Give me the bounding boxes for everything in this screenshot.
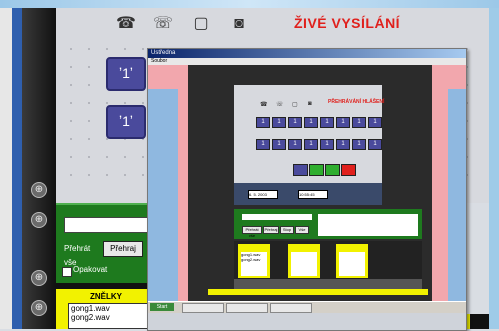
- list-item[interactable]: gong1.wav: [71, 304, 149, 313]
- mini-button[interactable]: 1: [352, 117, 366, 128]
- mini-button[interactable]: 1: [368, 139, 382, 150]
- play-button[interactable]: Přehraj: [103, 241, 143, 257]
- inner-yellow-strip: [208, 289, 428, 295]
- mini-button[interactable]: 1: [256, 139, 270, 150]
- inner-list[interactable]: [339, 252, 365, 276]
- inner-button[interactable]: Přehraj: [263, 226, 279, 234]
- list-item[interactable]: gong2.wav: [241, 257, 267, 262]
- jingles-title: ZNĚLKY: [90, 292, 122, 301]
- inner-bottom-area: [148, 313, 466, 330]
- mini-button[interactable]: 1: [304, 139, 318, 150]
- monitor-icon[interactable]: ▢: [292, 101, 298, 108]
- phone-button-1[interactable]: ʼ1ʼ: [106, 57, 146, 91]
- mini-button[interactable]: 1: [288, 117, 302, 128]
- telephone-icon[interactable]: ☏: [276, 101, 284, 108]
- date-field[interactable]: 6. 5. 2003: [248, 190, 278, 199]
- mode-button-green[interactable]: [325, 164, 340, 176]
- time-field[interactable]: 10:55:45: [298, 190, 328, 199]
- right-strip: [489, 8, 499, 329]
- window-menu[interactable]: Soubor: [148, 58, 466, 65]
- list-item[interactable]: gong2.wav: [71, 313, 149, 322]
- inner-text-area[interactable]: [318, 214, 418, 236]
- monitor-icon[interactable]: ▢: [190, 14, 212, 34]
- mini-button[interactable]: 1: [320, 139, 334, 150]
- inner-yellow-box: [336, 244, 368, 278]
- left-bezel: ⊕ ⊕ ⊕ ⊕: [22, 8, 56, 329]
- telephone-icon[interactable]: ☏: [152, 14, 174, 34]
- inner-list[interactable]: [291, 252, 317, 276]
- top-bar: [0, 0, 499, 8]
- mode-button-green[interactable]: [309, 164, 324, 176]
- phone-icon[interactable]: ☎: [260, 101, 267, 108]
- speaker-icon[interactable]: ◙: [308, 101, 312, 107]
- repeat-checkbox[interactable]: [62, 267, 72, 277]
- inner-file-input[interactable]: [242, 214, 312, 220]
- mini-button[interactable]: 1: [272, 117, 286, 128]
- mini-button[interactable]: 1: [336, 117, 350, 128]
- phone-icon[interactable]: ☎: [115, 14, 137, 34]
- start-button[interactable]: Start: [150, 303, 174, 311]
- screw-icon: ⊕: [31, 300, 47, 316]
- live-title: ŽIVÉ VYSÍLÁNÍ: [294, 15, 401, 31]
- window-title: Ústředna: [148, 49, 466, 58]
- jingles-list[interactable]: gong1.wav gong2.wav: [68, 303, 150, 329]
- mini-button[interactable]: 1: [288, 139, 302, 150]
- screw-icon: ⊕: [31, 212, 47, 228]
- screw-icon: ⊕: [31, 182, 47, 198]
- mode-button-blue[interactable]: [293, 164, 308, 176]
- inner-button[interactable]: Vše: [295, 226, 309, 234]
- file-input[interactable]: [64, 217, 152, 233]
- taskbar-item[interactable]: [226, 303, 268, 313]
- mini-button[interactable]: 1: [336, 139, 350, 150]
- taskbar-item[interactable]: [270, 303, 312, 313]
- mode-button-red[interactable]: [341, 164, 356, 176]
- taskbar-item[interactable]: [182, 303, 224, 313]
- speaker-icon[interactable]: ◙: [228, 14, 250, 34]
- mini-button[interactable]: 1: [272, 139, 286, 150]
- mini-button[interactable]: 1: [256, 117, 270, 128]
- blue-panel-right: [448, 89, 466, 301]
- repeat-label: Opakovat: [73, 265, 108, 274]
- inner-list[interactable]: gong1.wav gong2.wav: [241, 252, 267, 276]
- inner-live-title: PŘEHRÁVÁNÍ HLÁŠENÍ: [328, 99, 385, 105]
- mini-button[interactable]: 1: [368, 117, 382, 128]
- mini-button[interactable]: 1: [352, 139, 366, 150]
- blue-panel-left: [148, 89, 178, 301]
- phone-button-2[interactable]: ʼ1ʼ: [106, 105, 146, 139]
- overlay-window[interactable]: Ústředna Soubor PŘEHRÁVÁNÍ HLÁŠENÍ ☎ ☏ ▢…: [147, 48, 467, 331]
- inner-button[interactable]: Přehrát vše: [242, 226, 262, 238]
- inner-button[interactable]: Stop: [280, 226, 294, 234]
- screw-icon: ⊕: [31, 270, 47, 286]
- inner-yellow-box: gong1.wav gong2.wav: [238, 244, 270, 278]
- play-all-label[interactable]: Přehrát vše: [64, 242, 100, 267]
- mini-button[interactable]: 1: [304, 117, 318, 128]
- inner-yellow-box: [288, 244, 320, 278]
- left-strip: [12, 8, 22, 329]
- mini-button[interactable]: 1: [320, 117, 334, 128]
